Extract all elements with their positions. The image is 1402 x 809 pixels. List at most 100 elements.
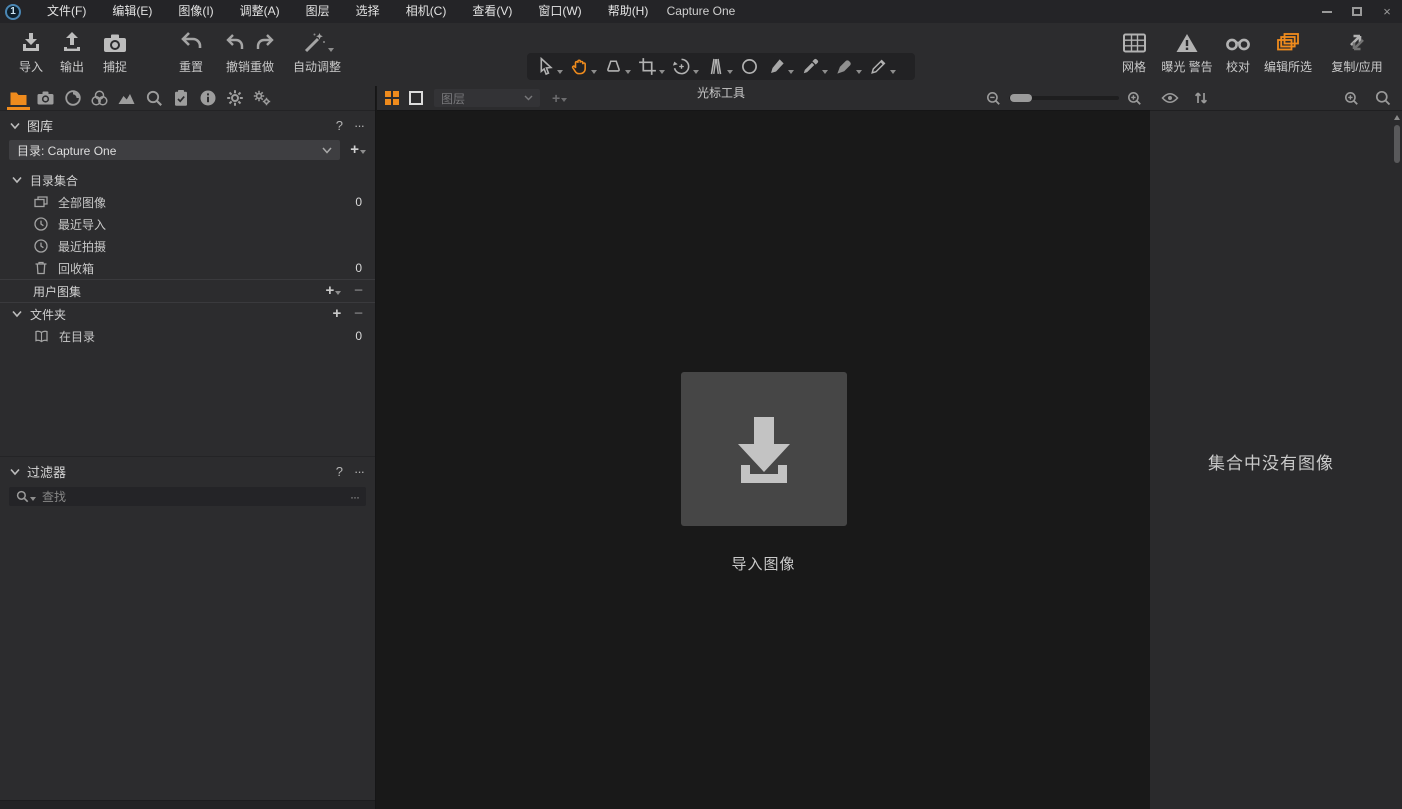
tab-metadata[interactable] bbox=[167, 86, 194, 110]
keystone-tool[interactable] bbox=[702, 53, 736, 80]
select-tool[interactable] bbox=[532, 53, 566, 80]
catalog-collections-section[interactable]: 目录集合 bbox=[0, 169, 375, 191]
user-collections-section[interactable]: 用户图集 + − bbox=[0, 280, 375, 302]
tree-item-in-catalog[interactable]: 在目录 0 bbox=[0, 325, 375, 347]
tab-process[interactable] bbox=[248, 86, 275, 110]
proof-button[interactable]: 校对 bbox=[1216, 30, 1260, 75]
erase-mask-tool[interactable] bbox=[831, 53, 865, 80]
search-scope-caret-icon bbox=[30, 496, 36, 501]
menu-camera[interactable]: 相机(C) bbox=[393, 0, 460, 23]
zoom-out-icon[interactable] bbox=[986, 91, 1001, 106]
reset-button[interactable]: 重置 bbox=[168, 30, 214, 75]
menu-adjustments[interactable]: 调整(A) bbox=[227, 0, 293, 23]
auto-adjust-caret-icon bbox=[327, 48, 334, 52]
camera-icon bbox=[37, 91, 54, 105]
sort-order-button[interactable] bbox=[1194, 91, 1208, 105]
maximize-button[interactable] bbox=[1342, 0, 1372, 23]
menu-help[interactable]: 帮助(H) bbox=[595, 0, 662, 23]
image-stack-icon bbox=[34, 195, 48, 207]
folders-section[interactable]: 文件夹 + − bbox=[0, 303, 375, 325]
eyedropper-tool[interactable] bbox=[797, 53, 831, 80]
exposure-warning-button[interactable]: 曝光 警告 bbox=[1156, 30, 1218, 75]
tree-item-recent-captures[interactable]: 最近拍摄 bbox=[0, 235, 375, 257]
tree-item-trash[interactable]: 回收箱 0 bbox=[0, 257, 375, 279]
tab-info[interactable] bbox=[194, 86, 221, 110]
tab-color[interactable] bbox=[86, 86, 113, 110]
pan-hand-tool[interactable] bbox=[566, 53, 600, 80]
filters-more-button[interactable]: ··· bbox=[354, 464, 365, 479]
tab-capture[interactable] bbox=[32, 86, 59, 110]
browser-scrollbar[interactable] bbox=[1392, 113, 1402, 801]
menu-bar: 1 文件(F) 编辑(E) 图像(I) 调整(A) 图层 选择 相机(C) 查看… bbox=[0, 0, 1402, 23]
zoom-slider[interactable] bbox=[1009, 94, 1119, 102]
filters-help-button[interactable]: ? bbox=[336, 464, 343, 479]
tab-details[interactable] bbox=[140, 86, 167, 110]
auto-adjust-label: 自动调整 bbox=[292, 60, 341, 74]
scrollbar-thumb[interactable] bbox=[1394, 125, 1400, 163]
eye-preview-button[interactable] bbox=[1161, 92, 1179, 104]
collapse-chevron-icon[interactable] bbox=[10, 468, 20, 476]
tree-item-label: 全部图像 bbox=[58, 195, 107, 210]
multi-view-button[interactable] bbox=[385, 91, 399, 105]
browser-panel: 集合中没有图像 bbox=[1150, 86, 1402, 809]
tool-tab-strip bbox=[0, 86, 375, 111]
crop-tool[interactable] bbox=[634, 53, 668, 80]
grid-button[interactable]: 网格 bbox=[1112, 30, 1156, 75]
color-wheels-icon bbox=[91, 90, 108, 106]
edit-selected-button[interactable]: 编辑所选 bbox=[1258, 30, 1318, 75]
output-button[interactable]: 输出 bbox=[52, 30, 92, 75]
import-button[interactable]: 导入 bbox=[11, 30, 51, 75]
brush-tool-caret-icon bbox=[788, 69, 794, 74]
tab-library[interactable] bbox=[5, 86, 32, 110]
remove-folder-button[interactable]: − bbox=[354, 306, 363, 322]
tree-item-recent-imports[interactable]: 最近导入 bbox=[0, 213, 375, 235]
undo-redo-buttons[interactable]: 撤销重做 bbox=[218, 30, 282, 75]
menu-edit[interactable]: 编辑(E) bbox=[99, 0, 165, 23]
undo-redo-label: 撤销重做 bbox=[225, 60, 274, 74]
tree-item-all-images[interactable]: 全部图像 0 bbox=[0, 191, 375, 213]
copy-apply-button[interactable]: 复制/应用 bbox=[1322, 30, 1392, 75]
thumbnail-zoom-icon[interactable] bbox=[1344, 91, 1359, 106]
single-view-button[interactable] bbox=[408, 90, 424, 106]
library-more-button[interactable]: ··· bbox=[354, 118, 365, 133]
capture-button[interactable]: 捕捉 bbox=[95, 30, 135, 75]
search-input[interactable] bbox=[42, 489, 350, 504]
tab-exposure[interactable] bbox=[113, 86, 140, 110]
menu-view[interactable]: 查看(V) bbox=[459, 0, 525, 23]
catalog-collections-label: 目录集合 bbox=[30, 173, 79, 188]
filters-panel: 过滤器 ? ··· ··· bbox=[0, 456, 375, 506]
close-button[interactable]: × bbox=[1372, 0, 1402, 23]
menu-window[interactable]: 窗口(W) bbox=[525, 0, 594, 23]
remove-user-collection-button[interactable]: − bbox=[354, 283, 363, 299]
tab-lens[interactable] bbox=[59, 86, 86, 110]
search-scope-button[interactable] bbox=[16, 490, 36, 503]
auto-adjust-button[interactable]: 自动调整 bbox=[286, 30, 348, 75]
import-images-tile[interactable] bbox=[680, 372, 847, 526]
filters-panel-header: 过滤器 ? ··· bbox=[0, 460, 375, 483]
catalog-dropdown[interactable]: 目录: Capture One bbox=[9, 140, 341, 160]
library-help-button[interactable]: ? bbox=[336, 118, 343, 133]
main-menu: 文件(F) 编辑(E) 图像(I) 调整(A) 图层 选择 相机(C) 查看(V… bbox=[34, 0, 661, 23]
menu-select[interactable]: 选择 bbox=[343, 0, 393, 23]
browser-search-icon[interactable] bbox=[1375, 90, 1391, 106]
menu-layers[interactable]: 图层 bbox=[293, 0, 343, 23]
menu-file[interactable]: 文件(F) bbox=[34, 0, 99, 23]
scrollbar-up-arrow-icon[interactable] bbox=[1394, 115, 1400, 120]
menu-image[interactable]: 图像(I) bbox=[165, 0, 226, 23]
layers-dropdown[interactable]: 图层 bbox=[434, 89, 540, 107]
add-catalog-button[interactable]: + bbox=[350, 141, 366, 159]
tab-settings[interactable] bbox=[221, 86, 248, 110]
zoom-in-icon[interactable] bbox=[1127, 91, 1142, 106]
gradient-mask-pencil-tool[interactable] bbox=[865, 53, 899, 80]
minimize-button[interactable] bbox=[1312, 0, 1342, 23]
search-options-button[interactable]: ··· bbox=[350, 490, 360, 504]
loupe-tool[interactable] bbox=[600, 53, 634, 80]
draw-mask-brush-tool[interactable] bbox=[763, 53, 797, 80]
spot-removal-tool[interactable] bbox=[736, 53, 763, 80]
exposure-warning-label: 曝光 警告 bbox=[1161, 60, 1213, 74]
collapse-chevron-icon[interactable] bbox=[10, 122, 20, 130]
rotate-tool[interactable] bbox=[668, 53, 702, 80]
add-folder-button[interactable]: + bbox=[332, 306, 341, 322]
add-user-collection-button[interactable]: + bbox=[325, 283, 342, 299]
zoom-slider-handle[interactable] bbox=[1010, 94, 1032, 102]
